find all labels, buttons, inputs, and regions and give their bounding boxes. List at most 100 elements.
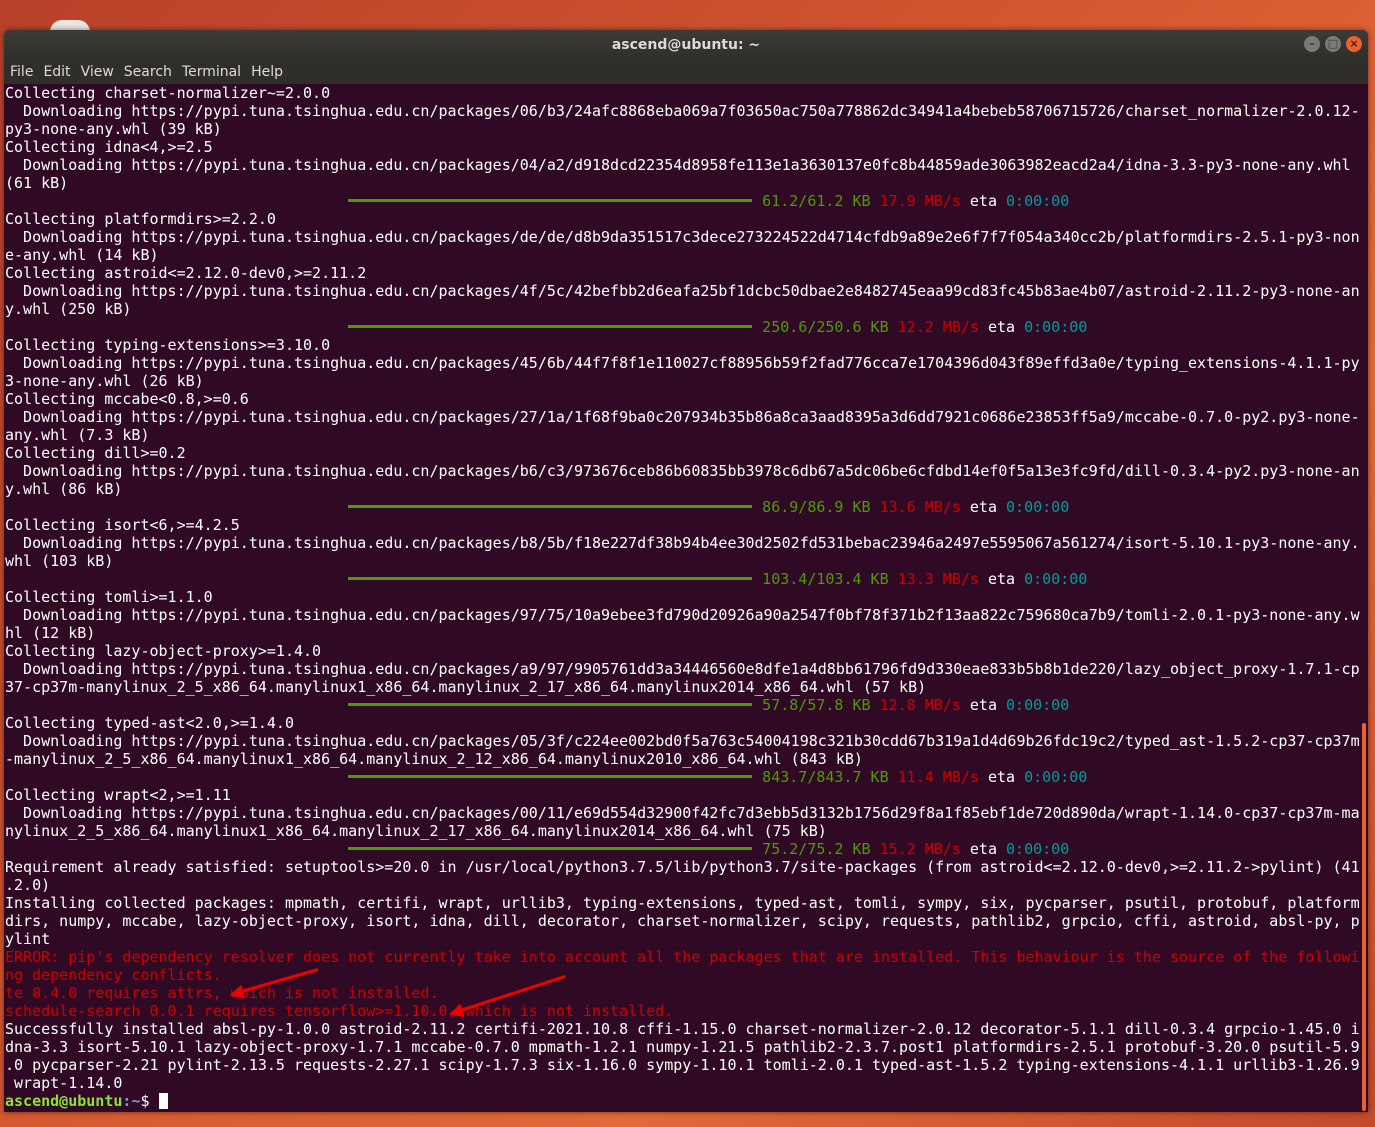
- output-line: Collecting typing-extensions>=3.10.0: [5, 336, 331, 354]
- output-line: Downloading https://pypi.tuna.tsinghua.e…: [5, 804, 1360, 822]
- output-line: any.whl (7.3 kB): [5, 426, 150, 444]
- output-line: Downloading https://pypi.tuna.tsinghua.e…: [5, 228, 1360, 246]
- output-line: Collecting idna<4,>=2.5: [5, 138, 213, 156]
- output-line: Downloading https://pypi.tuna.tsinghua.e…: [5, 606, 1360, 624]
- output-line: wrapt-1.14.0: [5, 1074, 123, 1092]
- output-line: Collecting isort<6,>=4.2.5: [5, 516, 240, 534]
- output-line: Downloading https://pypi.tuna.tsinghua.e…: [5, 354, 1360, 372]
- output-line: Downloading https://pypi.tuna.tsinghua.e…: [5, 408, 1360, 426]
- progress-speed: 12.2 MB/s: [897, 318, 979, 336]
- prompt-line[interactable]: ascend@ubuntu:~$: [5, 1092, 1368, 1110]
- window-title: ascend@ubuntu: ~: [611, 37, 761, 53]
- output-line: y.whl (250 kB): [5, 300, 132, 318]
- progress-size: 843.7/843.7 KB: [762, 768, 889, 786]
- output-line: py3-none-any.whl (39 kB): [5, 120, 222, 138]
- menu-help[interactable]: Help: [247, 64, 287, 80]
- menu-view[interactable]: View: [77, 64, 118, 80]
- output-line: Downloading https://pypi.tuna.tsinghua.e…: [5, 102, 1360, 120]
- text-cursor: [158, 1093, 168, 1109]
- output-line: ylint: [5, 930, 51, 948]
- output-line: hl (12 kB): [5, 624, 96, 642]
- progress-speed: 13.6 MB/s: [879, 498, 961, 516]
- progress-speed: 11.4 MB/s: [897, 768, 979, 786]
- output-line: Collecting platformdirs>=2.2.0: [5, 210, 276, 228]
- prompt-user: ascend@ubuntu: [5, 1092, 123, 1110]
- output-line: .2.0): [5, 876, 51, 894]
- progress-size: 103.4/103.4 KB: [762, 570, 889, 588]
- menu-bar: File Edit View Search Terminal Help: [4, 60, 1368, 84]
- output-line: Downloading https://pypi.tuna.tsinghua.e…: [5, 660, 1360, 678]
- output-line: e-any.whl (14 kB): [5, 246, 159, 264]
- progress-bar: [348, 325, 753, 328]
- scrollbar[interactable]: [1362, 723, 1366, 1111]
- progress-eta: 0:00:00: [1006, 696, 1070, 714]
- progress-eta: 0:00:00: [1006, 192, 1070, 210]
- progress-eta: 0:00:00: [1006, 498, 1070, 516]
- output-line: Collecting dill>=0.2: [5, 444, 186, 462]
- progress-eta-label: eta: [969, 192, 997, 210]
- output-line: Downloading https://pypi.tuna.tsinghua.e…: [5, 534, 1360, 552]
- output-line: Collecting lazy-object-proxy>=1.4.0: [5, 642, 322, 660]
- progress-size: 57.8/57.8 KB: [762, 696, 871, 714]
- menu-search[interactable]: Search: [120, 64, 176, 80]
- progress-size: 61.2/61.2 KB: [762, 192, 871, 210]
- progress-eta-label: eta: [969, 696, 997, 714]
- output-line: nylinux_2_5_x86_64.manylinux1_x86_64.man…: [5, 822, 827, 840]
- maximize-icon[interactable]: □: [1325, 36, 1341, 52]
- output-line: Collecting astroid<=2.12.0-dev0,>=2.11.2: [5, 264, 367, 282]
- progress-line: 57.8/57.8 KB 12.8 MB/s eta 0:00:00: [5, 696, 1368, 714]
- output-line: (61 kB): [5, 174, 69, 192]
- progress-line: 86.9/86.9 KB 13.6 MB/s eta 0:00:00: [5, 498, 1368, 516]
- progress-speed: 13.3 MB/s: [897, 570, 979, 588]
- window-controls: – □ ×: [1304, 36, 1362, 52]
- progress-speed: 12.8 MB/s: [879, 696, 961, 714]
- output-line: dirs, numpy, mccabe, lazy-object-proxy, …: [5, 912, 1360, 930]
- error-line: schedule-search 0.0.1 requires tensorflo…: [5, 1002, 674, 1020]
- progress-line: 843.7/843.7 KB 11.4 MB/s eta 0:00:00: [5, 768, 1368, 786]
- progress-size: 86.9/86.9 KB: [762, 498, 871, 516]
- prompt-path: :~: [122, 1092, 141, 1110]
- output-line: dna-3.3 isort-5.10.1 lazy-object-proxy-1…: [5, 1038, 1360, 1056]
- output-line: Collecting wrapt<2,>=1.11: [5, 786, 231, 804]
- progress-bar: [348, 775, 753, 778]
- progress-line: 61.2/61.2 KB 17.9 MB/s eta 0:00:00: [5, 192, 1368, 210]
- progress-eta: 0:00:00: [1024, 570, 1088, 588]
- minimize-icon[interactable]: –: [1304, 36, 1320, 52]
- error-line: ng dependency conflicts.: [5, 966, 222, 984]
- error-line: te 0.4.0 requires attrs, which is not in…: [5, 984, 439, 1002]
- terminal-output[interactable]: Collecting charset-normalizer~=2.0.0 Dow…: [4, 84, 1368, 1112]
- progress-line: 250.6/250.6 KB 12.2 MB/s eta 0:00:00: [5, 318, 1368, 336]
- output-line: Collecting typed-ast<2.0,>=1.4.0: [5, 714, 294, 732]
- progress-eta: 0:00:00: [1006, 840, 1070, 858]
- progress-size: 75.2/75.2 KB: [762, 840, 871, 858]
- error-line: ERROR: pip's dependency resolver does no…: [5, 948, 1360, 966]
- output-line: Collecting mccabe<0.8,>=0.6: [5, 390, 249, 408]
- title-bar: ascend@ubuntu: ~ – □ ×: [4, 30, 1368, 60]
- progress-eta-label: eta: [987, 318, 1016, 336]
- progress-bar: [348, 577, 753, 580]
- output-line: Downloading https://pypi.tuna.tsinghua.e…: [5, 732, 1360, 750]
- menu-file[interactable]: File: [6, 64, 37, 80]
- close-icon[interactable]: ×: [1346, 36, 1362, 52]
- progress-eta-label: eta: [987, 570, 1016, 588]
- menu-terminal[interactable]: Terminal: [178, 64, 245, 80]
- output-line: 37-cp37m-manylinux_2_5_x86_64.manylinux1…: [5, 678, 927, 696]
- progress-line: 75.2/75.2 KB 15.2 MB/s eta 0:00:00: [5, 840, 1368, 858]
- output-line: Collecting tomli>=1.1.0: [5, 588, 213, 606]
- output-line: Collecting charset-normalizer~=2.0.0: [5, 84, 331, 102]
- output-line: y.whl (86 kB): [5, 480, 123, 498]
- output-line: Downloading https://pypi.tuna.tsinghua.e…: [5, 462, 1360, 480]
- output-line: Downloading https://pypi.tuna.tsinghua.e…: [5, 156, 1351, 174]
- prompt-symbol: $: [140, 1092, 159, 1110]
- output-line: Downloading https://pypi.tuna.tsinghua.e…: [5, 282, 1360, 300]
- progress-eta: 0:00:00: [1024, 768, 1088, 786]
- progress-eta-label: eta: [969, 498, 997, 516]
- progress-line: 103.4/103.4 KB 13.3 MB/s eta 0:00:00: [5, 570, 1368, 588]
- menu-edit[interactable]: Edit: [39, 64, 74, 80]
- progress-size: 250.6/250.6 KB: [762, 318, 889, 336]
- output-line: Requirement already satisfied: setuptool…: [5, 858, 1360, 876]
- terminal-window: ascend@ubuntu: ~ – □ × File Edit View Se…: [4, 30, 1368, 1112]
- output-line: whl (103 kB): [5, 552, 114, 570]
- progress-speed: 17.9 MB/s: [879, 192, 961, 210]
- progress-bar: [348, 199, 753, 202]
